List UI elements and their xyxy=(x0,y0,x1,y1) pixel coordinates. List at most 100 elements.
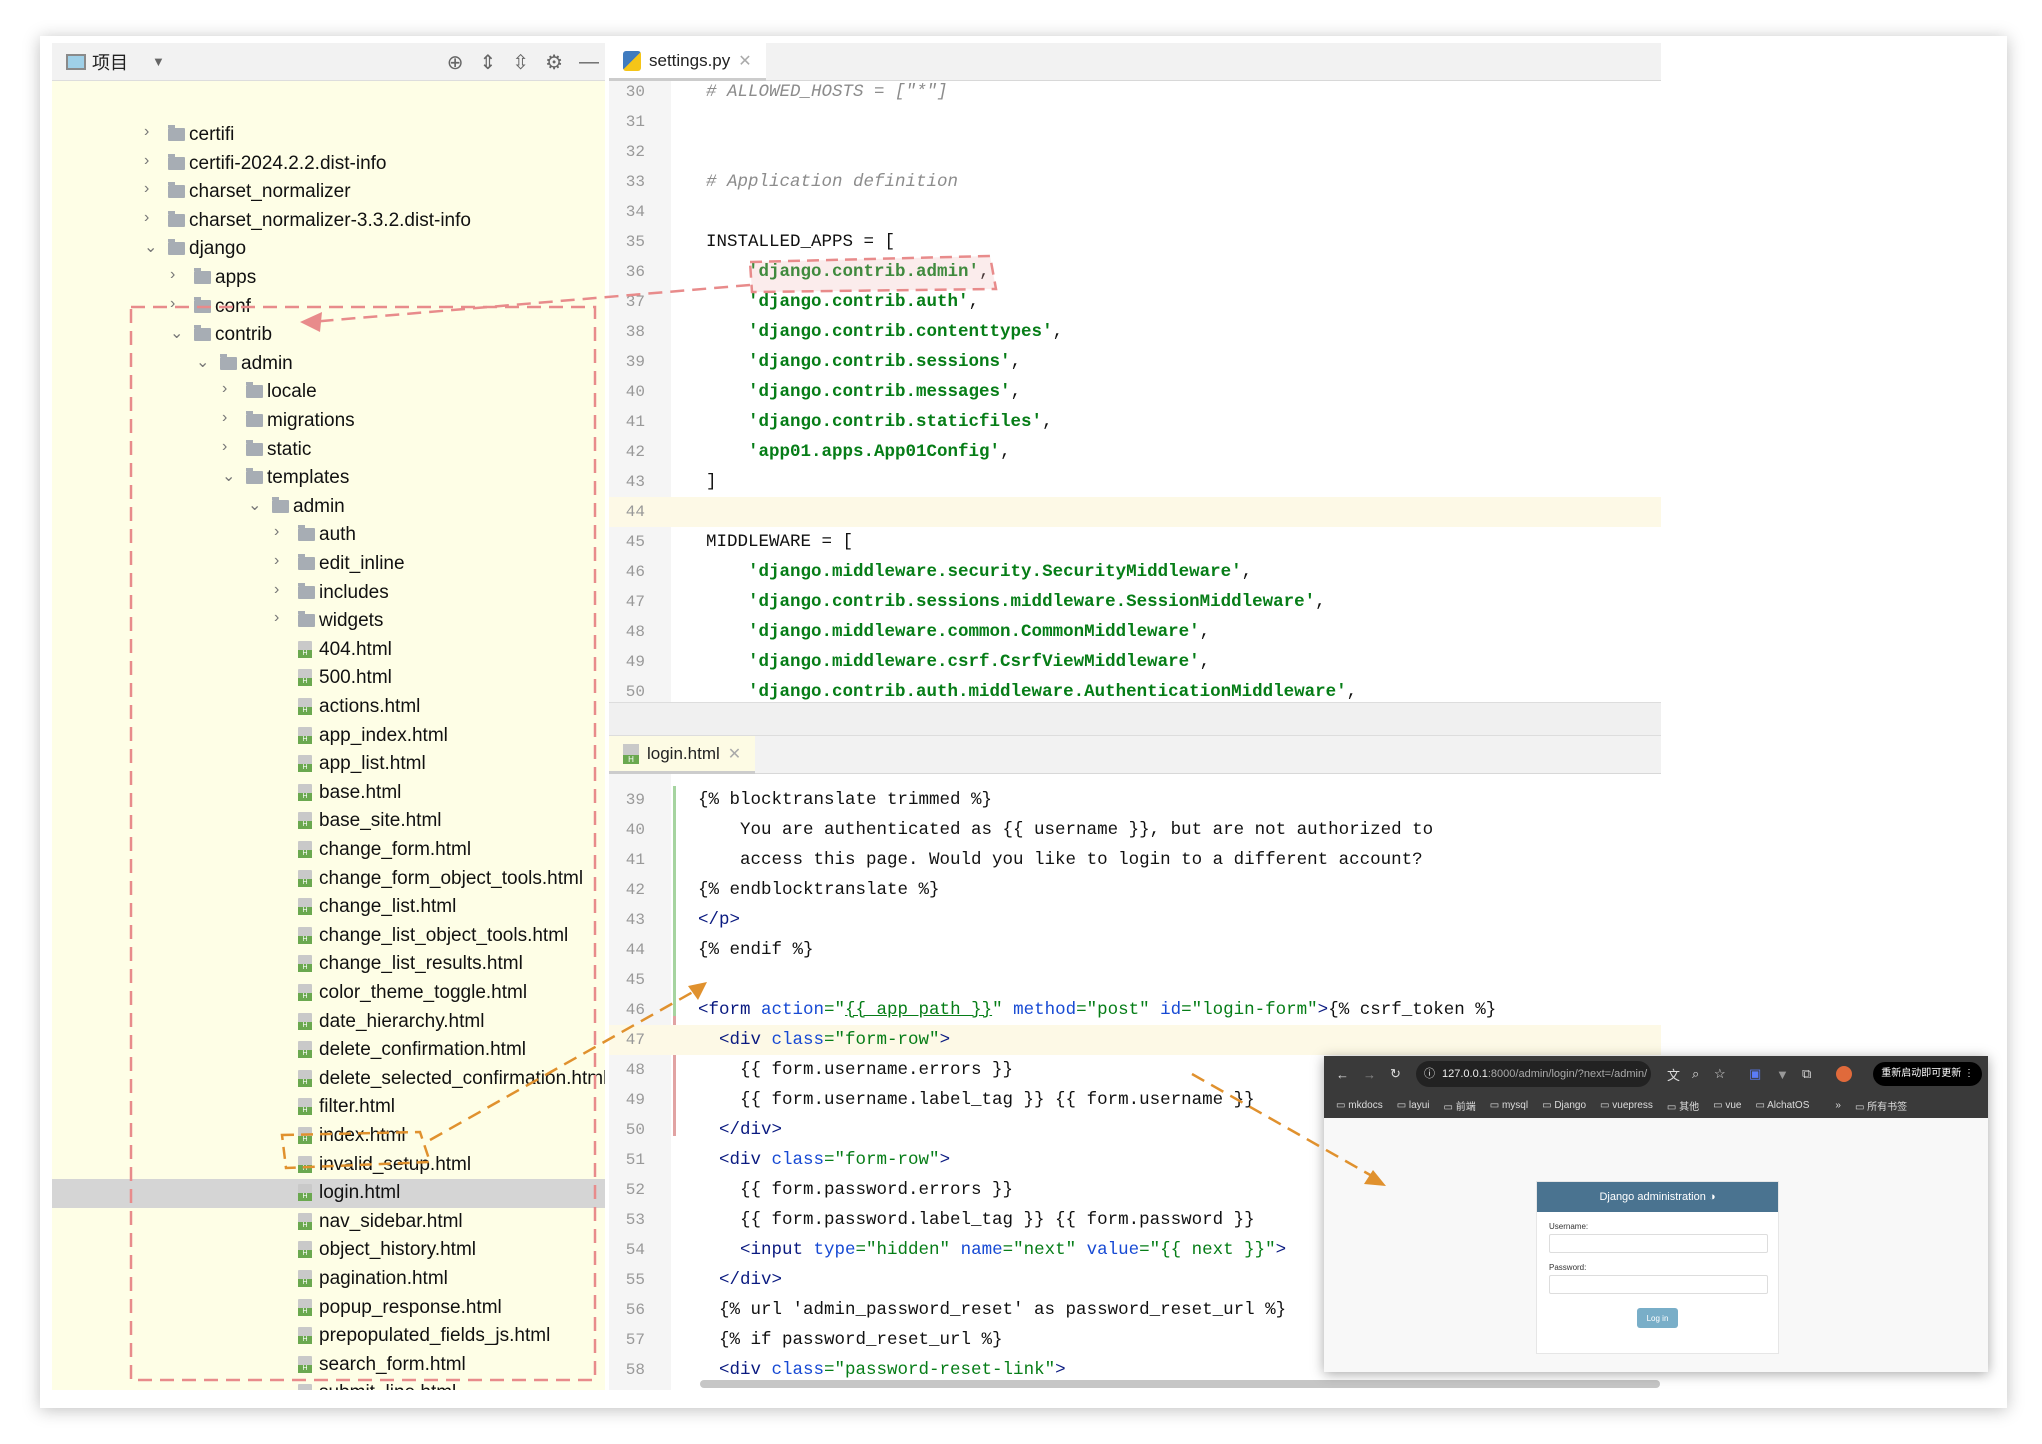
code-line[interactable]: 39 {% blocktranslate trimmed %} xyxy=(609,785,1661,815)
code-line[interactable]: 49 'django.middleware.csrf.CsrfViewMiddl… xyxy=(609,647,1661,677)
locate-icon[interactable]: ⊕ xyxy=(447,50,464,75)
chevron-right-icon[interactable]: › xyxy=(274,523,288,541)
bookmark-item[interactable]: ▭ mkdocs xyxy=(1336,1100,1383,1111)
tree-folder[interactable]: › certifi-2024.2.2.dist-info xyxy=(52,150,605,179)
tree-file[interactable]: nav_sidebar.html xyxy=(52,1208,605,1237)
tree-file[interactable]: app_index.html xyxy=(52,722,605,751)
tree-file[interactable]: popup_response.html xyxy=(52,1294,605,1323)
chevron-right-icon[interactable]: › xyxy=(144,209,158,227)
chevron-right-icon[interactable]: › xyxy=(274,552,288,570)
translate-icon[interactable]: 文 xyxy=(1667,1065,1680,1084)
close-icon[interactable]: ✕ xyxy=(738,51,751,71)
code-line[interactable]: 39 'django.contrib.sessions', xyxy=(609,347,1661,377)
tree-file[interactable]: filter.html xyxy=(52,1093,605,1122)
chevron-down-icon[interactable]: ⌄ xyxy=(248,495,262,515)
chevron-right-icon[interactable]: › xyxy=(274,609,288,627)
bookmark-star-icon[interactable]: ☆ xyxy=(1714,1066,1726,1082)
tree-folder[interactable]: › migrations xyxy=(52,407,605,436)
code-line[interactable]: 41 'django.contrib.staticfiles', xyxy=(609,407,1661,437)
extensions-puzzle-icon[interactable]: ⧉ xyxy=(1802,1066,1811,1082)
dropdown-icon[interactable]: ▼ xyxy=(152,54,165,69)
extension-icon[interactable]: ▣ xyxy=(1749,1066,1761,1082)
expand-all-icon[interactable]: ⇕ xyxy=(480,50,497,75)
tree-folder[interactable]: ⌄ admin xyxy=(52,350,605,379)
tree-folder[interactable]: › includes xyxy=(52,579,605,608)
chevron-right-icon[interactable]: › xyxy=(222,409,236,427)
zoom-icon[interactable]: ⌕ xyxy=(1692,1066,1699,1082)
chevron-right-icon[interactable]: › xyxy=(144,180,158,198)
chevron-right-icon[interactable]: › xyxy=(170,266,184,284)
tree-file[interactable]: object_history.html xyxy=(52,1236,605,1265)
close-icon[interactable]: ✕ xyxy=(728,744,741,764)
tree-file[interactable]: search_form.html xyxy=(52,1351,605,1380)
editor-splitter[interactable] xyxy=(609,702,1661,736)
code-line[interactable]: 45 xyxy=(609,965,1661,995)
tree-file[interactable]: invalid_setup.html xyxy=(52,1151,605,1180)
vue-devtools-icon[interactable]: ▼ xyxy=(1776,1067,1789,1082)
code-line[interactable]: 50 'django.contrib.auth.middleware.Authe… xyxy=(609,677,1661,702)
code-line[interactable]: 40 'django.contrib.messages', xyxy=(609,377,1661,407)
code-line[interactable]: 44 {% endif %} xyxy=(609,935,1661,965)
tree-file[interactable]: prepopulated_fields_js.html xyxy=(52,1322,605,1351)
code-line[interactable]: 45 MIDDLEWARE = [ xyxy=(609,527,1661,557)
tree-folder[interactable]: ⌄ admin xyxy=(52,493,605,522)
tree-file[interactable]: change_list_object_tools.html xyxy=(52,922,605,951)
code-line[interactable]: 32 xyxy=(609,137,1661,167)
chevron-down-icon[interactable]: ⌄ xyxy=(196,352,210,372)
code-line[interactable]: 33 # Application definition xyxy=(609,167,1661,197)
code-line[interactable]: 31 xyxy=(609,107,1661,137)
code-line[interactable]: 43 </p> xyxy=(609,905,1661,935)
login-button[interactable]: Log in xyxy=(1637,1308,1678,1328)
tree-file[interactable]: 404.html xyxy=(52,636,605,665)
code-line[interactable]: 36 'django.contrib.admin', xyxy=(609,257,1661,287)
forward-icon[interactable]: → xyxy=(1363,1067,1376,1082)
bookmark-item[interactable]: ▭ AlchatOS xyxy=(1755,1100,1809,1111)
code-line[interactable]: 35 INSTALLED_APPS = [ xyxy=(609,227,1661,257)
bookmark-item[interactable]: ▭ vue xyxy=(1713,1100,1741,1111)
code-line[interactable]: 47 <div class="form-row"> xyxy=(609,1025,1661,1055)
tree-folder[interactable]: › widgets xyxy=(52,607,605,636)
tree-file[interactable]: pagination.html xyxy=(52,1265,605,1294)
editor-horizontal-scrollbar[interactable] xyxy=(700,1380,1660,1388)
code-line[interactable]: 46 <form action="{{ app_path }}" method="… xyxy=(609,995,1661,1025)
collapse-all-icon[interactable]: ⇳ xyxy=(512,50,529,75)
code-line[interactable]: 37 'django.contrib.auth', xyxy=(609,287,1661,317)
more-bookmarks-button[interactable]: » xyxy=(1835,1100,1841,1111)
code-line[interactable]: 38 'django.contrib.contenttypes', xyxy=(609,317,1661,347)
chevron-right-icon[interactable]: › xyxy=(170,295,184,313)
chevron-right-icon[interactable]: › xyxy=(144,152,158,170)
gear-icon[interactable]: ⚙ xyxy=(545,50,563,75)
chevron-down-icon[interactable]: ⌄ xyxy=(222,466,236,486)
bookmark-item[interactable]: ▭ vuepress xyxy=(1600,1100,1653,1111)
tree-file[interactable]: actions.html xyxy=(52,693,605,722)
code-line[interactable]: 42 'app01.apps.App01Config', xyxy=(609,437,1661,467)
bookmark-item[interactable]: ▭ layui xyxy=(1397,1100,1430,1111)
code-line[interactable]: 42 {% endblocktranslate %} xyxy=(609,875,1661,905)
settings-editor[interactable]: settings.py ✕ 30 # ALLOWED_HOSTS = ["*"] 3… xyxy=(609,43,1661,702)
code-line[interactable]: 41 access this page. Would you like to l… xyxy=(609,845,1661,875)
chevron-right-icon[interactable]: › xyxy=(222,380,236,398)
code-line[interactable]: 48 'django.middleware.common.CommonMiddl… xyxy=(609,617,1661,647)
tree-file[interactable]: change_form_object_tools.html xyxy=(52,865,605,894)
code-line[interactable]: 47 'django.contrib.sessions.middleware.S… xyxy=(609,587,1661,617)
tree-folder[interactable]: › static xyxy=(52,436,605,465)
bookmark-item[interactable]: ▭ Django xyxy=(1542,1100,1586,1111)
reload-icon[interactable]: ↻ xyxy=(1390,1066,1401,1082)
chevron-right-icon[interactable]: › xyxy=(144,123,158,141)
tree-file[interactable]: base.html xyxy=(52,779,605,808)
bookmark-item[interactable]: ▭ 其他 xyxy=(1667,1098,1699,1113)
tree-file[interactable]: date_hierarchy.html xyxy=(52,1008,605,1037)
username-input[interactable] xyxy=(1549,1234,1768,1253)
code-line[interactable]: 34 xyxy=(609,197,1661,227)
tree-file[interactable]: base_site.html xyxy=(52,807,605,836)
bookmark-item[interactable]: ▭ 前端 xyxy=(1444,1098,1476,1113)
tree-folder[interactable]: ⌄ contrib xyxy=(52,321,605,350)
update-button[interactable]: 重新启动即可更新 ⋮ xyxy=(1873,1062,1982,1086)
chevron-down-icon[interactable]: ⌄ xyxy=(144,237,158,257)
minimize-icon[interactable]: — xyxy=(579,51,599,74)
tree-folder[interactable]: › auth xyxy=(52,521,605,550)
tree-folder[interactable]: ⌄ templates xyxy=(52,464,605,493)
tab-login-html[interactable]: login.html ✕ xyxy=(609,736,756,774)
tree-folder[interactable]: › locale xyxy=(52,378,605,407)
tree-file[interactable]: delete_confirmation.html xyxy=(52,1036,605,1065)
